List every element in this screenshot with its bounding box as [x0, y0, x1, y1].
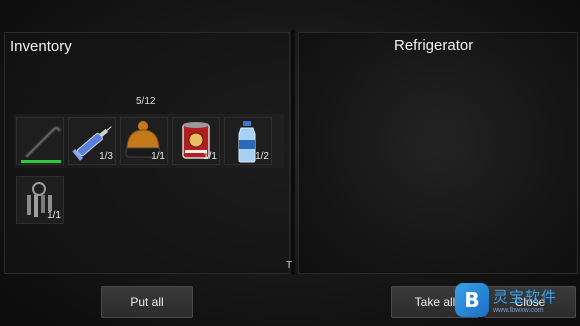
inventory-title: Inventory [10, 38, 72, 55]
item-count: 1/1 [151, 151, 165, 162]
inventory-slot-crowbar[interactable] [16, 117, 64, 165]
inventory-slot-syringe[interactable]: 1/3 [68, 117, 116, 165]
inventory-slot-keys[interactable]: 1/1 [16, 176, 64, 224]
watermark-logo-icon: B [455, 283, 489, 317]
item-count: 1/1 [47, 210, 61, 221]
inventory-capacity: 5/12 [136, 96, 156, 107]
watermark: B 灵宝软件 www.lbwxw.com [455, 280, 578, 320]
item-count: 1/1 [203, 151, 217, 162]
cursor-mark: T [286, 260, 293, 271]
inventory-slot-water-bottle[interactable]: 1/2 [224, 117, 272, 165]
inventory-slot-canned-food[interactable]: 1/1 [172, 117, 220, 165]
durability-bar [21, 160, 61, 163]
item-count: 1/2 [255, 151, 269, 162]
inventory-slot-beanie-hat[interactable]: 1/1 [120, 117, 168, 165]
crowbar-icon [21, 126, 61, 163]
item-count: 1/3 [99, 151, 113, 162]
watermark-url: www.lbwxw.com [493, 307, 544, 314]
refrigerator-panel [298, 32, 578, 274]
refrigerator-title: Refrigerator [394, 37, 474, 54]
panel-divider [291, 30, 295, 274]
put-all-button[interactable]: Put all [101, 286, 193, 318]
watermark-name: 灵宝软件 [493, 288, 558, 306]
